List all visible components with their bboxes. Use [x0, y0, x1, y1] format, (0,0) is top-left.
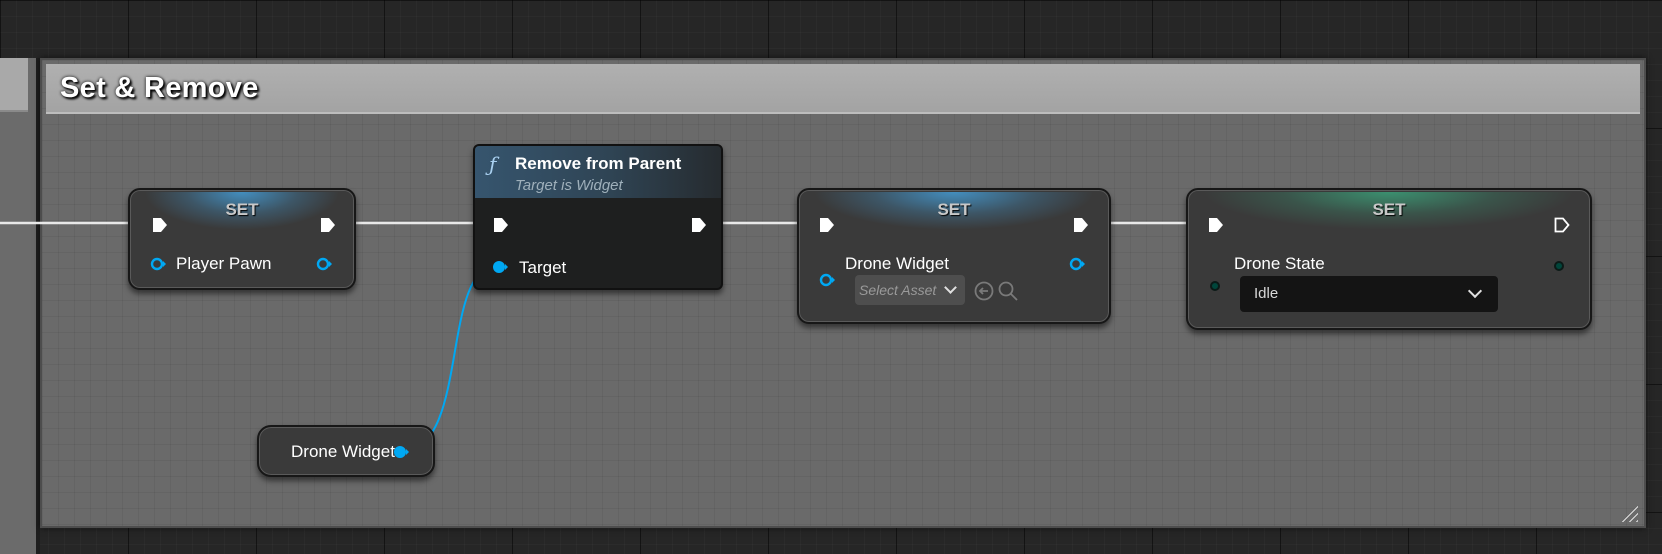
- object-in-pin-icon[interactable]: [819, 272, 835, 288]
- set-player-pawn-node[interactable]: SET Player Pawn: [128, 188, 356, 290]
- function-icon: ƒ: [489, 152, 497, 176]
- chevron-down-icon: [944, 281, 957, 294]
- browse-asset-search-icon[interactable]: [997, 280, 1019, 302]
- node-title: SET: [937, 200, 971, 219]
- enum-value: Idle: [1254, 285, 1279, 302]
- enum-in-pin-icon[interactable]: [1210, 281, 1220, 291]
- variable-label: Drone Widget: [845, 254, 949, 273]
- object-out-pin-icon[interactable]: [1069, 256, 1085, 272]
- asset-picker-dropdown[interactable]: Select Asset: [855, 275, 965, 305]
- asset-picker-value: Select Asset: [859, 282, 937, 298]
- function-subtitle: Target is Widget: [515, 177, 623, 194]
- node-title: SET: [1372, 200, 1406, 219]
- exec-out-pin-icon[interactable]: [1554, 217, 1570, 233]
- variable-label: Drone State: [1234, 254, 1325, 273]
- enum-value-dropdown[interactable]: Idle: [1240, 276, 1498, 312]
- exec-in-pin-icon[interactable]: [493, 217, 509, 233]
- enum-out-pin-icon[interactable]: [1554, 261, 1564, 271]
- exec-in-pin-icon[interactable]: [152, 217, 168, 233]
- object-in-pin-icon[interactable]: [150, 256, 166, 272]
- function-node-header: ƒ Remove from Parent Target is Widget: [475, 146, 721, 198]
- object-out-pin-icon[interactable]: [393, 444, 409, 460]
- drone-widget-getter-node[interactable]: Drone Widget: [257, 425, 435, 477]
- variable-label: Player Pawn: [176, 254, 272, 273]
- target-label: Target: [519, 258, 567, 277]
- use-selected-asset-icon[interactable]: [973, 280, 995, 302]
- getter-label: Drone Widget: [291, 442, 395, 461]
- function-title: Remove from Parent: [515, 154, 682, 173]
- chevron-down-icon: [1467, 283, 1483, 299]
- remove-from-parent-node[interactable]: ƒ Remove from Parent Target is Widget Ta…: [473, 144, 723, 290]
- exec-in-pin-icon[interactable]: [1208, 217, 1224, 233]
- target-pin-icon[interactable]: [492, 259, 508, 275]
- object-out-pin-icon[interactable]: [316, 256, 332, 272]
- object-wire: [402, 265, 498, 451]
- exec-out-pin-icon[interactable]: [691, 217, 707, 233]
- exec-out-pin-icon[interactable]: [1073, 217, 1089, 233]
- exec-in-pin-icon[interactable]: [819, 217, 835, 233]
- exec-out-pin-icon[interactable]: [320, 217, 336, 233]
